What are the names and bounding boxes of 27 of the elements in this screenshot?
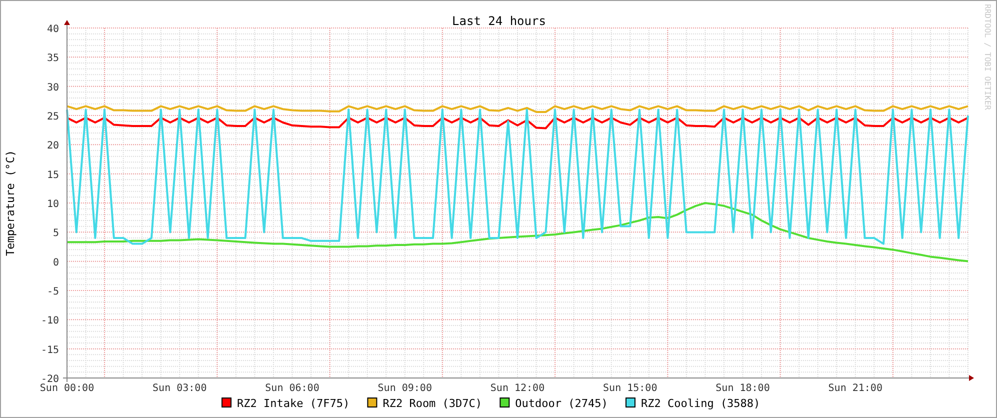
y-tick-label: -10 [40, 316, 59, 327]
chart-title: Last 24 hours [452, 14, 546, 28]
y-tick-label: 35 [46, 53, 59, 64]
y-tick-label: -15 [40, 344, 59, 356]
y-tick-label: 40 [46, 24, 59, 35]
x-tick-label: Sun 15:00 [603, 383, 658, 394]
x-tick-label: Sun 06:00 [265, 383, 320, 394]
y-tick-label: -5 [46, 286, 59, 298]
y-tick-label: 25 [46, 112, 59, 122]
x-tick-label: Sun 21:00 [828, 383, 882, 394]
x-tick-label: Sun 00:00 [40, 383, 94, 394]
x-tick-label: Sun 03:00 [152, 383, 207, 394]
legend-label: Outdoor (2745) [515, 397, 608, 410]
y-tick-label: 15 [46, 170, 59, 181]
legend-label: RZ2 Cooling (3588) [640, 397, 760, 410]
y-tick-label: -20 [40, 374, 59, 385]
y-tick-label: 20 [46, 140, 59, 152]
y-tick-label: 10 [46, 199, 59, 210]
y-tick-label: 0 [52, 257, 59, 268]
legend-label: RZ2 Intake (7F75) [237, 397, 350, 410]
y-axis-label: Temperature (°C) [4, 150, 17, 256]
x-tick-label: Sun 18:00 [716, 383, 770, 394]
y-tick-label: 30 [46, 82, 59, 94]
legend-label: RZ2 Room (3D7C) [382, 397, 482, 410]
y-tick-label: 5 [52, 228, 59, 240]
x-tick-label: Sun 12:00 [490, 383, 545, 394]
x-tick-label: Sun 09:00 [378, 383, 432, 394]
